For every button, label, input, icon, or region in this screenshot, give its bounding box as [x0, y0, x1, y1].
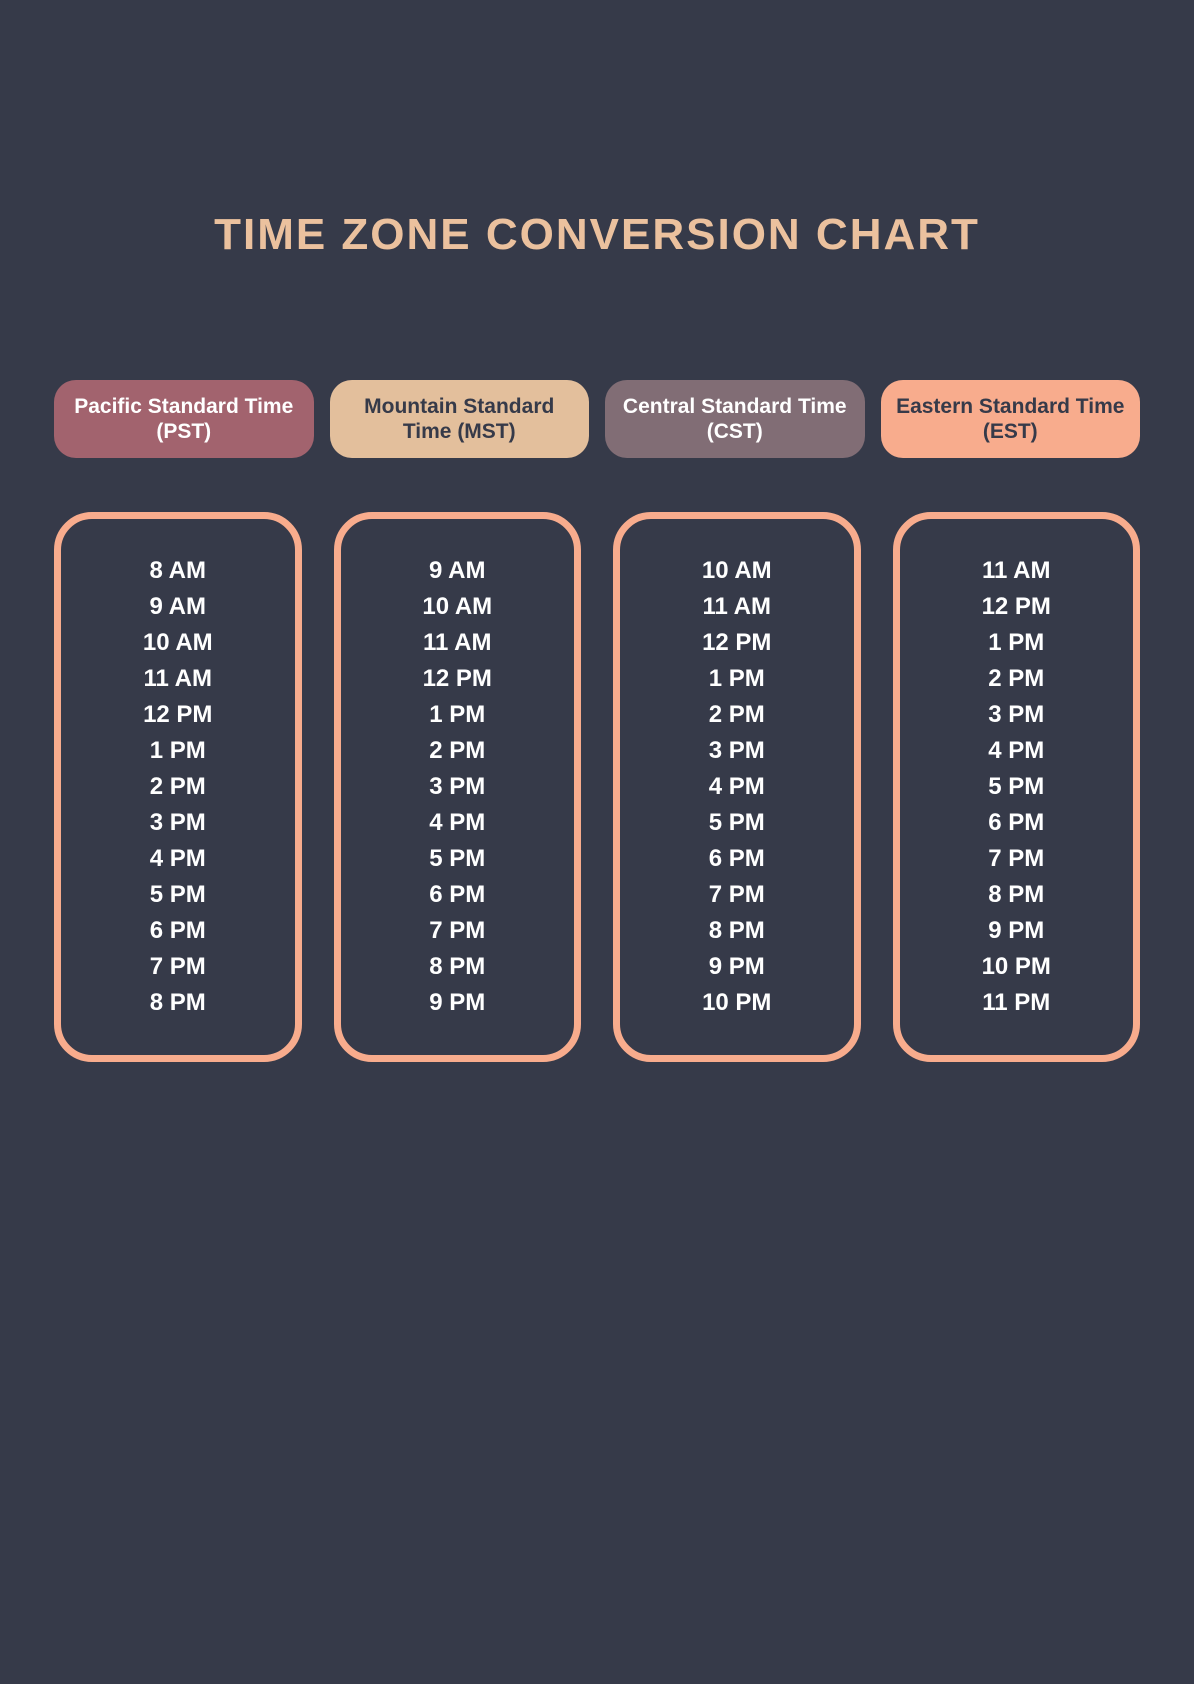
time-cell: 6 PM [429, 877, 485, 913]
time-cell: 3 PM [429, 769, 485, 805]
header-pst: Pacific Standard Time (PST) [54, 380, 314, 458]
time-cell: 1 PM [709, 661, 765, 697]
time-cell: 6 PM [988, 805, 1044, 841]
time-cell: 9 AM [429, 553, 485, 589]
time-cell: 6 PM [150, 913, 206, 949]
time-cell: 9 PM [709, 949, 765, 985]
time-cell: 1 PM [150, 733, 206, 769]
time-cell: 4 PM [429, 805, 485, 841]
time-cell: 5 PM [709, 805, 765, 841]
column-pst: 8 AM9 AM10 AM11 AM12 PM1 PM2 PM3 PM4 PM5… [54, 512, 302, 1062]
time-cell: 4 PM [150, 841, 206, 877]
time-cell: 10 AM [422, 589, 492, 625]
time-cell: 2 PM [150, 769, 206, 805]
time-cell: 5 PM [150, 877, 206, 913]
time-cell: 7 PM [709, 877, 765, 913]
time-cell: 8 PM [150, 985, 206, 1021]
time-cell: 4 PM [709, 769, 765, 805]
time-cell: 5 PM [429, 841, 485, 877]
time-cell: 1 PM [988, 625, 1044, 661]
time-cell: 12 PM [982, 589, 1051, 625]
time-cell: 10 AM [143, 625, 213, 661]
header-est: Eastern Standard Time (EST) [881, 380, 1141, 458]
time-cell: 11 AM [144, 661, 212, 697]
column-cst: 10 AM11 AM12 PM1 PM2 PM3 PM4 PM5 PM6 PM7… [613, 512, 861, 1062]
time-cell: 7 PM [150, 949, 206, 985]
time-cell: 10 PM [982, 949, 1051, 985]
time-cell: 9 PM [429, 985, 485, 1021]
time-cell: 8 PM [988, 877, 1044, 913]
time-cell: 9 AM [150, 589, 206, 625]
time-cell: 3 PM [988, 697, 1044, 733]
time-cell: 2 PM [429, 733, 485, 769]
time-cell: 8 AM [150, 553, 206, 589]
time-cell: 7 PM [429, 913, 485, 949]
time-cell: 11 AM [703, 589, 771, 625]
time-cell: 5 PM [988, 769, 1044, 805]
time-cell: 12 PM [423, 661, 492, 697]
time-cell: 10 AM [702, 553, 772, 589]
header-mst: Mountain Standard Time (MST) [330, 380, 590, 458]
time-cell: 11 AM [982, 553, 1050, 589]
time-cell: 12 PM [702, 625, 771, 661]
time-cell: 8 PM [429, 949, 485, 985]
header-row: Pacific Standard Time (PST) Mountain Sta… [50, 380, 1144, 458]
time-cell: 2 PM [988, 661, 1044, 697]
page-title: TIME ZONE CONVERSION CHART [50, 0, 1144, 380]
time-cell: 12 PM [143, 697, 212, 733]
time-cell: 3 PM [709, 733, 765, 769]
time-cell: 9 PM [988, 913, 1044, 949]
time-cell: 4 PM [988, 733, 1044, 769]
time-cell: 1 PM [429, 697, 485, 733]
time-cell: 8 PM [709, 913, 765, 949]
time-cell: 6 PM [709, 841, 765, 877]
columns-row: 8 AM9 AM10 AM11 AM12 PM1 PM2 PM3 PM4 PM5… [50, 512, 1144, 1062]
time-cell: 10 PM [702, 985, 771, 1021]
time-cell: 2 PM [709, 697, 765, 733]
column-est: 11 AM12 PM1 PM2 PM3 PM4 PM5 PM6 PM7 PM8 … [893, 512, 1141, 1062]
time-cell: 11 AM [423, 625, 491, 661]
time-cell: 11 PM [982, 985, 1050, 1021]
time-cell: 3 PM [150, 805, 206, 841]
column-mst: 9 AM10 AM11 AM12 PM1 PM2 PM3 PM4 PM5 PM6… [334, 512, 582, 1062]
time-cell: 7 PM [988, 841, 1044, 877]
header-cst: Central Standard Time (CST) [605, 380, 865, 458]
